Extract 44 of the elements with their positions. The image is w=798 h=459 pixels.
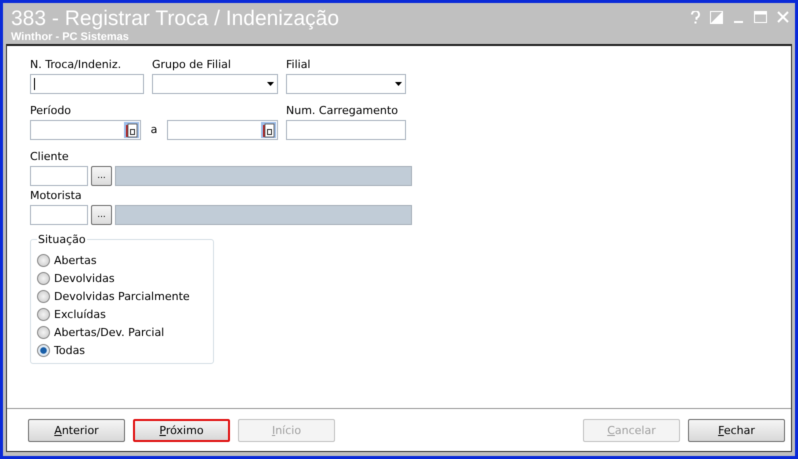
dropdown-arrow-icon	[395, 82, 402, 86]
radio-label[interactable]: Todas	[54, 344, 86, 356]
field-label: Motorista	[30, 189, 83, 203]
field-label: N. Troca/Indeniz.	[30, 58, 122, 72]
input-field[interactable]	[30, 74, 144, 94]
radio-button[interactable]	[37, 272, 50, 284]
radio-label[interactable]: Devolvidas Parcialmente	[54, 290, 190, 302]
code-field[interactable]	[30, 166, 88, 186]
dropdown-arrow-icon	[267, 82, 274, 86]
date-field[interactable]	[166, 120, 278, 140]
radio-button[interactable]	[37, 308, 50, 320]
radio-button[interactable]	[37, 326, 50, 338]
date-field[interactable]	[30, 120, 142, 140]
lookup-button[interactable]: ...	[91, 166, 112, 186]
dialog-button[interactable]: Próximo	[133, 418, 230, 442]
window-subtitle: Winthor - PC Sistemas	[11, 31, 130, 44]
lookup-button[interactable]: ...	[91, 205, 112, 225]
window-title: 383 - Registrar Troca / Indenização	[11, 7, 340, 31]
field-label: Num. Carregamento	[286, 104, 399, 118]
code-field[interactable]	[30, 205, 88, 225]
range-separator: a	[150, 122, 158, 138]
field-label: Grupo de Filial	[152, 58, 232, 72]
dropdown-field[interactable]	[152, 74, 278, 94]
dialog-button[interactable]: Fechar	[688, 418, 785, 442]
group-title: Situação	[37, 233, 87, 246]
dropdown-field[interactable]	[286, 74, 406, 94]
field-label: Período	[30, 104, 72, 118]
radio-label[interactable]: Devolvidas	[54, 272, 115, 284]
calendar-icon[interactable]	[124, 122, 140, 138]
radio-label[interactable]: Abertas/Dev. Parcial	[54, 326, 164, 338]
contrast-icon[interactable]	[710, 11, 723, 24]
help-icon[interactable]	[691, 11, 700, 24]
radio-label[interactable]: Abertas	[54, 254, 97, 266]
input-field[interactable]	[286, 120, 406, 140]
field-label: Cliente	[30, 150, 70, 164]
maximize-icon[interactable]	[754, 11, 767, 24]
close-icon[interactable]	[777, 11, 789, 23]
radio-label[interactable]: Excluídas	[54, 308, 106, 320]
dialog-button[interactable]: Anterior	[28, 418, 125, 442]
field-label: Filial	[286, 58, 312, 72]
radio-button[interactable]	[37, 344, 50, 356]
radio-button[interactable]	[37, 290, 50, 302]
radio-button[interactable]	[37, 254, 50, 266]
calendar-icon[interactable]	[261, 122, 276, 138]
